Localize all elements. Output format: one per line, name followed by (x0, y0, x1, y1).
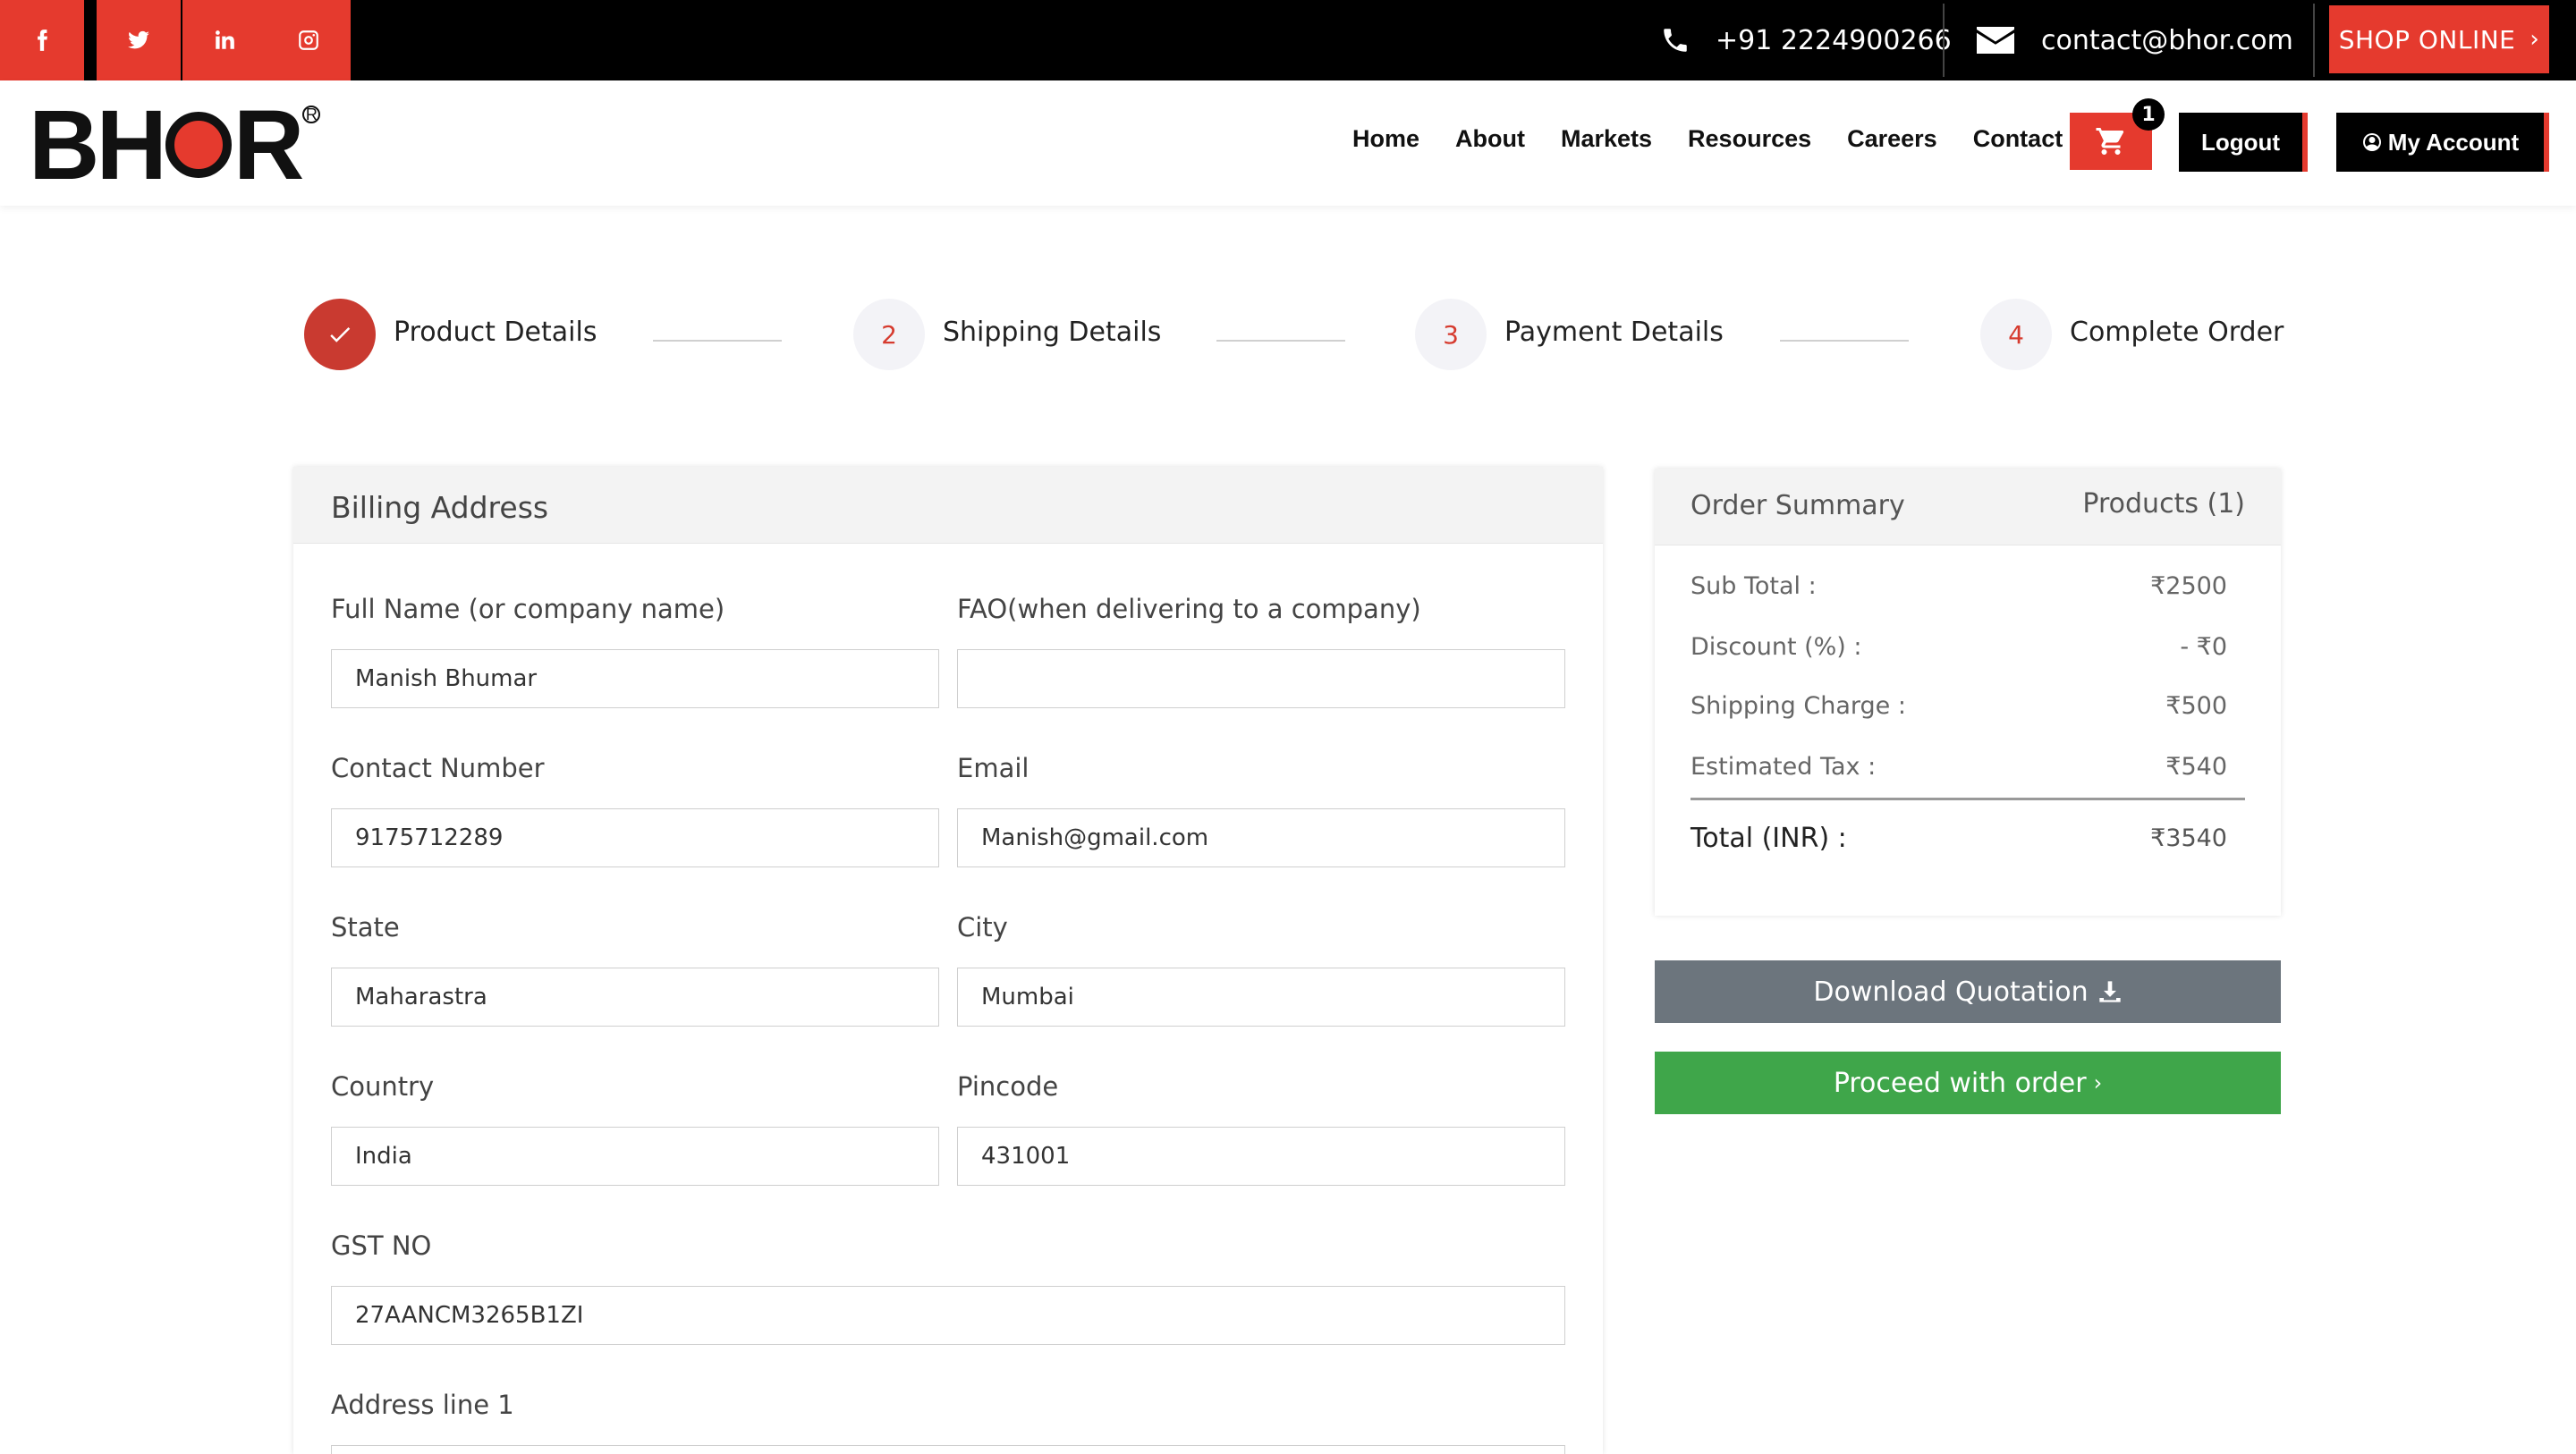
logo-o-mark (165, 112, 232, 178)
shipping-charge-label: Shipping Charge : (1690, 692, 1906, 720)
nav-careers[interactable]: Careers (1847, 125, 1937, 153)
bhor-logo[interactable]: BH R R (29, 90, 321, 200)
pincode-field[interactable]: 431001 (957, 1127, 1565, 1186)
download-quotation-button[interactable]: Download Quotation (1655, 960, 2281, 1023)
phone-icon (1664, 29, 1687, 52)
fao-field[interactable] (957, 649, 1565, 708)
contact-number-label: Contact Number (331, 753, 545, 783)
gst-label: GST NO (331, 1230, 432, 1261)
order-summary-card: Order Summary Products (1) Sub Total : ₹… (1655, 469, 2281, 916)
cart-count-badge: 1 (2132, 98, 2165, 131)
total-value: ₹3540 (2150, 824, 2227, 852)
step-4-label[interactable]: Complete Order (2070, 317, 2284, 348)
step-2-number[interactable]: 2 (853, 299, 925, 370)
cart-icon (2096, 128, 2124, 155)
contact-number-field[interactable]: 9175712289 (331, 808, 939, 867)
order-summary-title: Order Summary (1690, 490, 1905, 521)
download-quotation-label: Download Quotation (1813, 976, 2089, 1008)
products-count: Products (1) (2082, 488, 2245, 520)
subtotal-value: ₹2500 (2150, 572, 2227, 600)
email-contact[interactable]: contact@bhor.com (1977, 0, 2293, 80)
pincode-label: Pincode (957, 1071, 1059, 1102)
envelope-icon (1977, 27, 2014, 54)
chevron-right-icon: › (2529, 26, 2540, 53)
shop-online-label: SHOP ONLINE (2338, 24, 2516, 55)
country-field[interactable]: India (331, 1127, 939, 1186)
order-summary-header: Order Summary Products (1) (1655, 469, 2281, 545)
step-connector (653, 340, 782, 342)
topbar-divider (1943, 4, 1945, 77)
user-circle-icon (2362, 133, 2381, 151)
topbar-divider (2313, 4, 2315, 77)
step-1-label[interactable]: Product Details (394, 317, 597, 348)
country-label: Country (331, 1071, 435, 1102)
twitter-link[interactable] (97, 0, 181, 80)
facebook-icon (38, 30, 47, 51)
download-icon (2098, 981, 2121, 1002)
linkedin-icon (216, 30, 234, 49)
proceed-label: Proceed with order (1833, 1067, 2087, 1099)
state-field[interactable]: Maharastra (331, 968, 939, 1027)
gst-field[interactable]: 27AANCM3265B1ZI (331, 1286, 1565, 1345)
billing-title: Billing Address (331, 490, 549, 525)
email-address: contact@bhor.com (2041, 24, 2293, 56)
instagram-icon (299, 30, 318, 50)
discount-label: Discount (%) : (1690, 633, 1862, 661)
state-label: State (331, 912, 400, 943)
address-line-1-field[interactable] (331, 1445, 1565, 1454)
phone-number: +91 2224900266 (1716, 24, 1952, 56)
proceed-with-order-button[interactable]: Proceed with order › (1655, 1052, 2281, 1114)
my-account-label: My Account (2387, 128, 2520, 156)
full-name-label: Full Name (or company name) (331, 594, 725, 624)
instagram-link[interactable] (267, 0, 351, 80)
billing-address-card: Billing Address Full Name (or company na… (293, 467, 1603, 1454)
nav-markets[interactable]: Markets (1561, 125, 1652, 153)
discount-value: - ₹0 (2180, 633, 2227, 661)
step-4-number[interactable]: 4 (1980, 299, 2052, 370)
my-account-button[interactable]: My Account (2336, 113, 2549, 172)
billing-card-header: Billing Address (293, 467, 1603, 544)
shop-online-button[interactable]: SHOP ONLINE › (2329, 5, 2549, 73)
step-1-done-indicator[interactable] (304, 299, 376, 370)
step-3-label[interactable]: Payment Details (1504, 317, 1724, 348)
shipping-charge-value: ₹500 (2165, 692, 2227, 720)
phone-contact[interactable]: +91 2224900266 (1660, 0, 1952, 80)
total-label: Total (INR) : (1690, 823, 1847, 854)
email-field[interactable]: Manish@gmail.com (957, 808, 1565, 867)
city-label: City (957, 912, 1008, 943)
main-nav: Home About Markets Resources Careers Con… (1352, 125, 2098, 153)
fao-label: FAO(when delivering to a company) (957, 594, 1421, 624)
summary-divider (1690, 798, 2245, 800)
email-label: Email (957, 753, 1030, 783)
step-3-number[interactable]: 3 (1415, 299, 1487, 370)
step-connector (1780, 340, 1909, 342)
check-icon (330, 327, 351, 342)
nav-about[interactable]: About (1455, 125, 1525, 153)
estimated-tax-value: ₹540 (2165, 753, 2227, 781)
estimated-tax-label: Estimated Tax : (1690, 753, 1877, 781)
nav-resources[interactable]: Resources (1688, 125, 1811, 153)
logo-text-part-2: R (233, 89, 304, 200)
subtotal-label: Sub Total : (1690, 572, 1817, 600)
nav-home[interactable]: Home (1352, 125, 1419, 153)
city-field[interactable]: Mumbai (957, 968, 1565, 1027)
registered-mark: R (302, 106, 321, 123)
full-name-field[interactable]: Manish Bhumar (331, 649, 939, 708)
address-line-1-label: Address line 1 (331, 1390, 514, 1420)
linkedin-link[interactable] (182, 0, 267, 80)
logo-text-part-1: BH (29, 89, 167, 200)
chevron-right-icon: › (2093, 1070, 2103, 1095)
nav-contact[interactable]: Contact (1973, 125, 2063, 153)
twitter-icon (128, 30, 149, 49)
step-connector (1216, 340, 1345, 342)
step-2-label[interactable]: Shipping Details (943, 317, 1161, 348)
facebook-link[interactable] (0, 0, 84, 80)
logout-button[interactable]: Logout (2179, 113, 2308, 172)
